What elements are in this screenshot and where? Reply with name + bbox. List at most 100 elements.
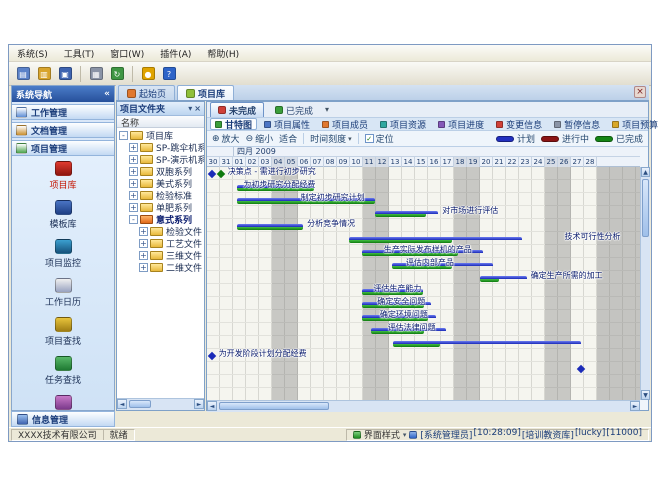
tree-node[interactable]: +SP-跳伞机系 (117, 141, 204, 153)
tree-expander-icon[interactable]: + (139, 263, 148, 272)
tree-dropdown-icon[interactable]: ▾ (188, 104, 192, 113)
subtab-progress[interactable]: 项目进度 (433, 118, 489, 130)
tree-node[interactable]: +三维文件 (117, 249, 204, 261)
sidebar-item-task-search[interactable]: 任务查找 (12, 351, 114, 390)
tree-expander-icon[interactable]: + (129, 191, 138, 200)
scroll-right-icon[interactable]: ► (194, 399, 204, 409)
subtab-budget[interactable]: 项目预算 (607, 118, 660, 130)
tree-node[interactable]: +检验文件 (117, 225, 204, 237)
gantt-bar[interactable] (349, 237, 522, 244)
new-button[interactable]: ▤ (14, 65, 32, 83)
chevron-down-icon[interactable]: ▾ (403, 431, 407, 439)
tree-expander-icon[interactable]: + (129, 155, 138, 164)
tree-node[interactable]: -项目库 (117, 129, 204, 141)
refresh-button[interactable]: ↻ (108, 65, 126, 83)
nav-group-work-management[interactable]: 工作管理 (12, 104, 114, 120)
subtab-pauses[interactable]: 暂停信息 (549, 118, 605, 130)
tree-expander-icon[interactable]: + (139, 251, 148, 260)
tree-node[interactable]: + 单肥系列 (117, 201, 204, 213)
sidebar-item-project-doc-search[interactable]: 项目文档查找 (12, 390, 114, 410)
scroll-left-icon[interactable]: ◄ (207, 401, 217, 411)
tree-node[interactable]: +双胞系列 (117, 165, 204, 177)
tree-expander-icon[interactable]: + (139, 239, 148, 248)
tree-expander-icon[interactable]: - (129, 215, 138, 224)
menu-item[interactable]: 窗口(W) (102, 45, 152, 62)
subtab-changes[interactable]: 变更信息 (491, 118, 547, 130)
sidebar-item-work-calendar[interactable]: 工作日历 (12, 273, 114, 312)
subtab-members[interactable]: 项目成员 (317, 118, 373, 130)
tree-expander-icon[interactable]: + (129, 203, 138, 212)
day-header-cell: 06 (298, 157, 311, 167)
sidebar-item-project-monitor[interactable]: 项目监控 (12, 234, 114, 273)
filter-unfinished[interactable]: 未完成 (210, 102, 264, 117)
sidebar-item-project-search[interactable]: 项目查找 (12, 312, 114, 351)
scroll-down-icon[interactable]: ▼ (641, 390, 650, 400)
nav-bottom-tab-info-management[interactable]: 信息管理 (11, 411, 115, 427)
close-tab-icon[interactable]: × (634, 86, 646, 98)
print-button[interactable]: ▦ (87, 65, 105, 83)
tree-expander-icon[interactable]: + (139, 227, 148, 236)
sidebar-item-template-library[interactable]: 模板库 (12, 195, 114, 234)
tree-horizontal-scrollbar[interactable]: ◄ ► (117, 398, 204, 410)
tree-node[interactable]: +二维文件 (117, 261, 204, 273)
tree-expander-icon[interactable]: + (129, 143, 138, 152)
tree-expander-icon[interactable]: + (129, 179, 138, 188)
collapse-icon[interactable]: « (104, 89, 110, 99)
subtab-resources[interactable]: 项目资源 (375, 118, 431, 130)
tree-node[interactable]: -意式系列 (117, 213, 204, 225)
scroll-thumb[interactable] (129, 400, 151, 408)
zoom-in-button[interactable]: ⊕ 放大 (212, 132, 240, 145)
tree-node[interactable]: +SP-演示机系 (117, 153, 204, 165)
lock-button[interactable]: ● (139, 65, 157, 83)
scroll-thumb[interactable] (219, 402, 329, 410)
day-header-cell: 02 (246, 157, 259, 167)
milestone-diamond[interactable] (208, 170, 216, 178)
milestone-diamond[interactable] (217, 170, 225, 178)
filter-more-icon[interactable]: ▾ (325, 105, 329, 114)
save-button[interactable]: ▣ (56, 65, 74, 83)
milestone-diamond[interactable] (208, 352, 216, 360)
fit-button[interactable]: 适合 (279, 132, 297, 145)
ui-style-label[interactable]: 界面样式 (364, 428, 400, 441)
menu-item[interactable]: 插件(A) (152, 45, 199, 62)
gantt-vertical-scrollbar[interactable]: ▲ ▼ (640, 167, 650, 400)
day-header-cell: 10 (350, 157, 363, 167)
tree-node[interactable]: +美式系列 (117, 177, 204, 189)
gantt-horizontal-scrollbar[interactable]: ◄ ► (207, 400, 640, 412)
gantt-bar[interactable] (375, 211, 439, 218)
tree-expander-icon[interactable]: - (119, 131, 128, 140)
tree-close-icon[interactable]: × (194, 104, 201, 113)
sidebar-item-project-library[interactable]: 项目库 (12, 156, 114, 195)
tab-start-page[interactable]: 起始页 (118, 85, 175, 100)
scroll-right-icon[interactable]: ► (630, 401, 640, 411)
help-button[interactable]: ? (160, 65, 178, 83)
scroll-up-icon[interactable]: ▲ (641, 167, 650, 177)
gantt-bar[interactable] (237, 224, 303, 231)
subtab-gantt[interactable]: 甘特图 (210, 118, 257, 130)
time-scale-dropdown[interactable]: 时间刻度 ▾ (310, 132, 352, 145)
filter-finished[interactable]: 已完成 (267, 102, 321, 117)
zoom-out-button[interactable]: ⊖ 缩小 (246, 132, 274, 145)
open-button[interactable]: ▥ (35, 65, 53, 83)
tree-node[interactable]: +工艺文件 (117, 237, 204, 249)
tab-project-library[interactable]: 项目库 (177, 85, 234, 100)
menu-item[interactable]: 工具(T) (56, 45, 103, 62)
gantt-bar[interactable] (480, 276, 527, 283)
gantt-grid[interactable]: 决策点 - 需进行初步研究为初步研究分配经费制定初步研究计划对市场进行评估分析竞… (207, 167, 640, 400)
gantt-bar[interactable] (393, 341, 582, 348)
tree-node[interactable]: +检验标准 (117, 189, 204, 201)
month-label: 四月 2009 (237, 147, 276, 157)
scroll-thumb[interactable] (642, 179, 649, 237)
folder-icon (150, 263, 163, 272)
subtab-properties[interactable]: 项目属性 (259, 118, 315, 130)
milestone-diamond[interactable] (576, 365, 584, 373)
scroll-left-icon[interactable]: ◄ (117, 399, 127, 409)
tree-node-label: 单肥系列 (156, 201, 192, 213)
menu-item[interactable]: 帮助(H) (199, 45, 247, 62)
tree-expander-icon[interactable]: + (129, 167, 138, 176)
day-header-cell: 23 (519, 157, 532, 167)
nav-group-document-management[interactable]: 文档管理 (12, 122, 114, 138)
locate-checkbox[interactable]: ✓ 定位 (365, 132, 394, 145)
nav-group-project-management[interactable]: 项目管理 (12, 140, 114, 156)
menu-item[interactable]: 系统(S) (9, 45, 56, 62)
